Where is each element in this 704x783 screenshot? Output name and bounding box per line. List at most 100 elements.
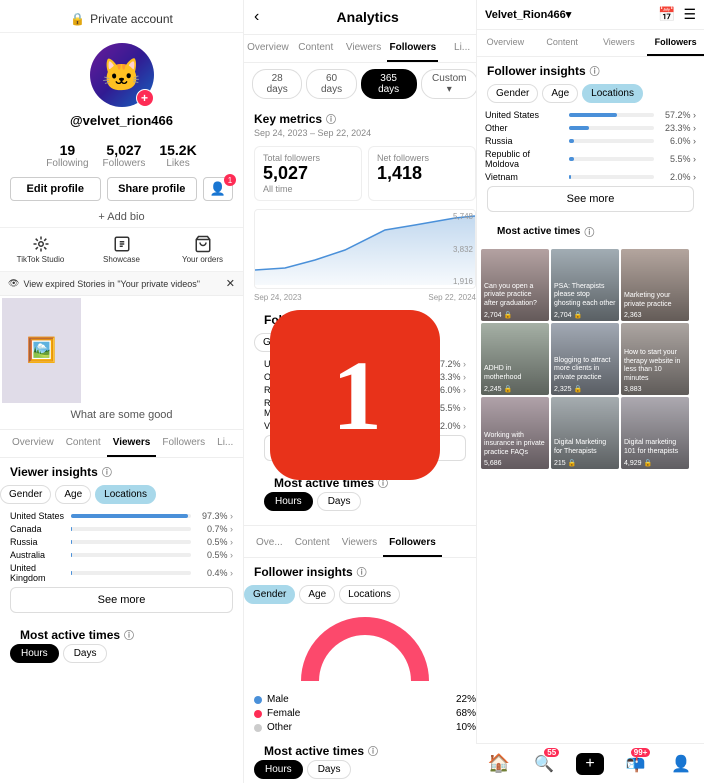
tab-content[interactable]: Content: [292, 35, 340, 62]
fp-calendar-icon[interactable]: 📅: [658, 6, 675, 23]
vi-bar-us: United States 97.3% ›: [10, 511, 233, 521]
female-dot: [254, 710, 262, 718]
analytics-hours-tab[interactable]: Hours: [264, 492, 313, 511]
date-28-button[interactable]: 28 days: [252, 69, 302, 99]
tab-followers-vi[interactable]: Followers: [156, 430, 211, 457]
nav-home-button[interactable]: 🏠: [476, 744, 522, 783]
fg-overview-tab[interactable]: Ove...: [250, 530, 289, 557]
vi-days-tab[interactable]: Days: [63, 644, 108, 663]
vg-cell-3[interactable]: Marketing your private practice 2,363: [621, 249, 689, 321]
tab-overview[interactable]: Overview: [244, 35, 292, 62]
date-custom-button[interactable]: Custom ▾: [421, 69, 478, 99]
vi-bars: United States 97.3% › Canada 0.7% › Russ…: [0, 511, 243, 583]
fg-content-tab[interactable]: Content: [289, 530, 336, 557]
info-icon-fg: ⓘ: [357, 564, 367, 579]
info-icon-km: ⓘ: [326, 111, 336, 126]
fp-username[interactable]: Velvet_Rion466▾: [485, 8, 571, 21]
fp-see-more-button[interactable]: See more: [487, 186, 694, 212]
fp-locations-tab[interactable]: Locations: [582, 84, 643, 103]
fp-tab-viewers[interactable]: Viewers: [591, 30, 648, 56]
fp-menu-icon[interactable]: ☰: [683, 6, 696, 23]
fp-gender-tab[interactable]: Gender: [487, 84, 538, 103]
vi-gender-tab[interactable]: Gender: [0, 485, 51, 504]
vg-cell-6[interactable]: How to start your therapy website in les…: [621, 323, 689, 395]
vg-cell-9[interactable]: Digital marketing 101 for therapists 4,9…: [621, 397, 689, 469]
vg-cell-8[interactable]: Digital Marketing for Therapists 215 🔒: [551, 397, 619, 469]
vi-see-more-button[interactable]: See more: [10, 587, 233, 613]
story-close-icon[interactable]: ✕: [226, 277, 235, 290]
orders-menu[interactable]: Your orders: [162, 228, 243, 271]
vg-cell-4[interactable]: ADHD in motherhood 2,245 🔒: [481, 323, 549, 395]
fp-age-tab[interactable]: Age: [542, 84, 578, 103]
profile-icon-nav: 👤: [671, 754, 691, 774]
net-followers-box: Net followers 1,418: [368, 146, 476, 201]
nav-inbox-badge: 99+: [631, 748, 651, 757]
fg-followers-tab[interactable]: Followers: [383, 530, 442, 557]
fg-hours-tab[interactable]: Hours: [254, 760, 303, 779]
fp-video-grid: Can you open a private practice after gr…: [477, 245, 704, 475]
add-friend-button[interactable]: 👤 1: [203, 177, 233, 201]
analytics-header: ‹ Analytics: [244, 0, 486, 35]
story-banner: 👁 View expired Stories in "Your private …: [0, 272, 243, 296]
showcase-menu[interactable]: Showcase: [81, 228, 162, 271]
fg-locations-tab[interactable]: Locations: [339, 585, 400, 604]
analytics-days-tab[interactable]: Days: [317, 492, 362, 511]
tiktok-studio-label: TikTok Studio: [17, 255, 65, 264]
add-bio-link[interactable]: + Add bio: [0, 207, 243, 227]
viewer-insights-title: Viewer insights ⓘ: [0, 458, 243, 481]
profile-top-bar: 🔒 Private account: [0, 0, 243, 33]
fg-days-tab[interactable]: Days: [307, 760, 352, 779]
tab-overview-vi[interactable]: Overview: [6, 430, 60, 457]
fp-tab-overview[interactable]: Overview: [477, 30, 534, 56]
stat-likes: 15.2K Likes: [159, 142, 196, 169]
tab-li-vi[interactable]: Li...: [211, 430, 239, 457]
info-icon-ma-vi: ⓘ: [124, 627, 134, 642]
tab-viewers-vi[interactable]: Viewers: [107, 430, 157, 457]
share-profile-button[interactable]: Share profile: [107, 177, 198, 201]
vg-cell-7[interactable]: Working with insurance in private practi…: [481, 397, 549, 469]
fg-fi-tabs: Gender Age Locations: [244, 581, 486, 608]
legend-male: Male 22%: [254, 694, 476, 705]
avatar-plus-button[interactable]: +: [136, 89, 154, 107]
fg-age-tab[interactable]: Age: [299, 585, 335, 604]
nav-profile-button[interactable]: 👤: [658, 744, 704, 783]
nav-search-button[interactable]: 🔍 55: [522, 744, 568, 783]
video-grid: 🖼️: [0, 296, 243, 405]
vg-cell-5[interactable]: Blogging to attract more clients in priv…: [551, 323, 619, 395]
fp-tab-followers[interactable]: Followers: [647, 30, 704, 56]
tab-viewers[interactable]: Viewers: [340, 35, 388, 62]
vg-row-1: Can you open a private practice after gr…: [481, 249, 700, 321]
vi-locations-tab[interactable]: Locations: [95, 485, 156, 504]
orders-label: Your orders: [182, 255, 223, 264]
vg-cell-2[interactable]: PSA: Therapists please stop ghosting eac…: [551, 249, 619, 321]
fp-tab-content[interactable]: Content: [534, 30, 591, 56]
fp-fi-tabs: Gender Age Locations: [477, 80, 704, 107]
profile-panel: 🔒 Private account 🐱 + @velvet_rion466 19…: [0, 0, 243, 783]
fg-title: Follower insights ⓘ: [244, 558, 486, 581]
nav-add-button[interactable]: +: [567, 744, 613, 783]
fg-hours-days: Hours Days: [254, 760, 476, 779]
edit-profile-button[interactable]: Edit profile: [10, 177, 101, 201]
nav-inbox-button[interactable]: 📬 99+: [613, 744, 659, 783]
avatar-wrap: 🐱 +: [90, 43, 154, 107]
tab-content-vi[interactable]: Content: [60, 430, 107, 457]
legend-female: Female 68%: [254, 708, 476, 719]
tab-followers[interactable]: Followers: [387, 35, 438, 62]
fp-bars: United States 57.2% › Other 23.3% › Russ…: [477, 110, 704, 182]
fp-bar-md: Republic of Moldova 5.5% ›: [485, 149, 696, 169]
fp-bar-vn: Vietnam 2.0% ›: [485, 172, 696, 182]
plus-icon-nav: +: [576, 753, 604, 775]
fg-viewers-tab[interactable]: Viewers: [336, 530, 383, 557]
vi-bar-uk: United Kingdom 0.4% ›: [10, 563, 233, 583]
date-60-button[interactable]: 60 days: [306, 69, 356, 99]
fg-tabs-bar: Ove... Content Viewers Followers: [244, 530, 486, 558]
vi-bar-ru: Russia 0.5% ›: [10, 537, 233, 547]
vi-hours-tab[interactable]: Hours: [10, 644, 59, 663]
tiktok-studio-menu[interactable]: TikTok Studio: [0, 228, 81, 271]
grid-item-1[interactable]: 🖼️: [2, 298, 81, 403]
fg-gender-tab[interactable]: Gender: [244, 585, 295, 604]
vg-cell-1[interactable]: Can you open a private practice after gr…: [481, 249, 549, 321]
vi-age-tab[interactable]: Age: [55, 485, 91, 504]
date-365-button[interactable]: 365 days: [361, 69, 417, 99]
analytics-hours-days: Hours Days: [264, 492, 466, 511]
